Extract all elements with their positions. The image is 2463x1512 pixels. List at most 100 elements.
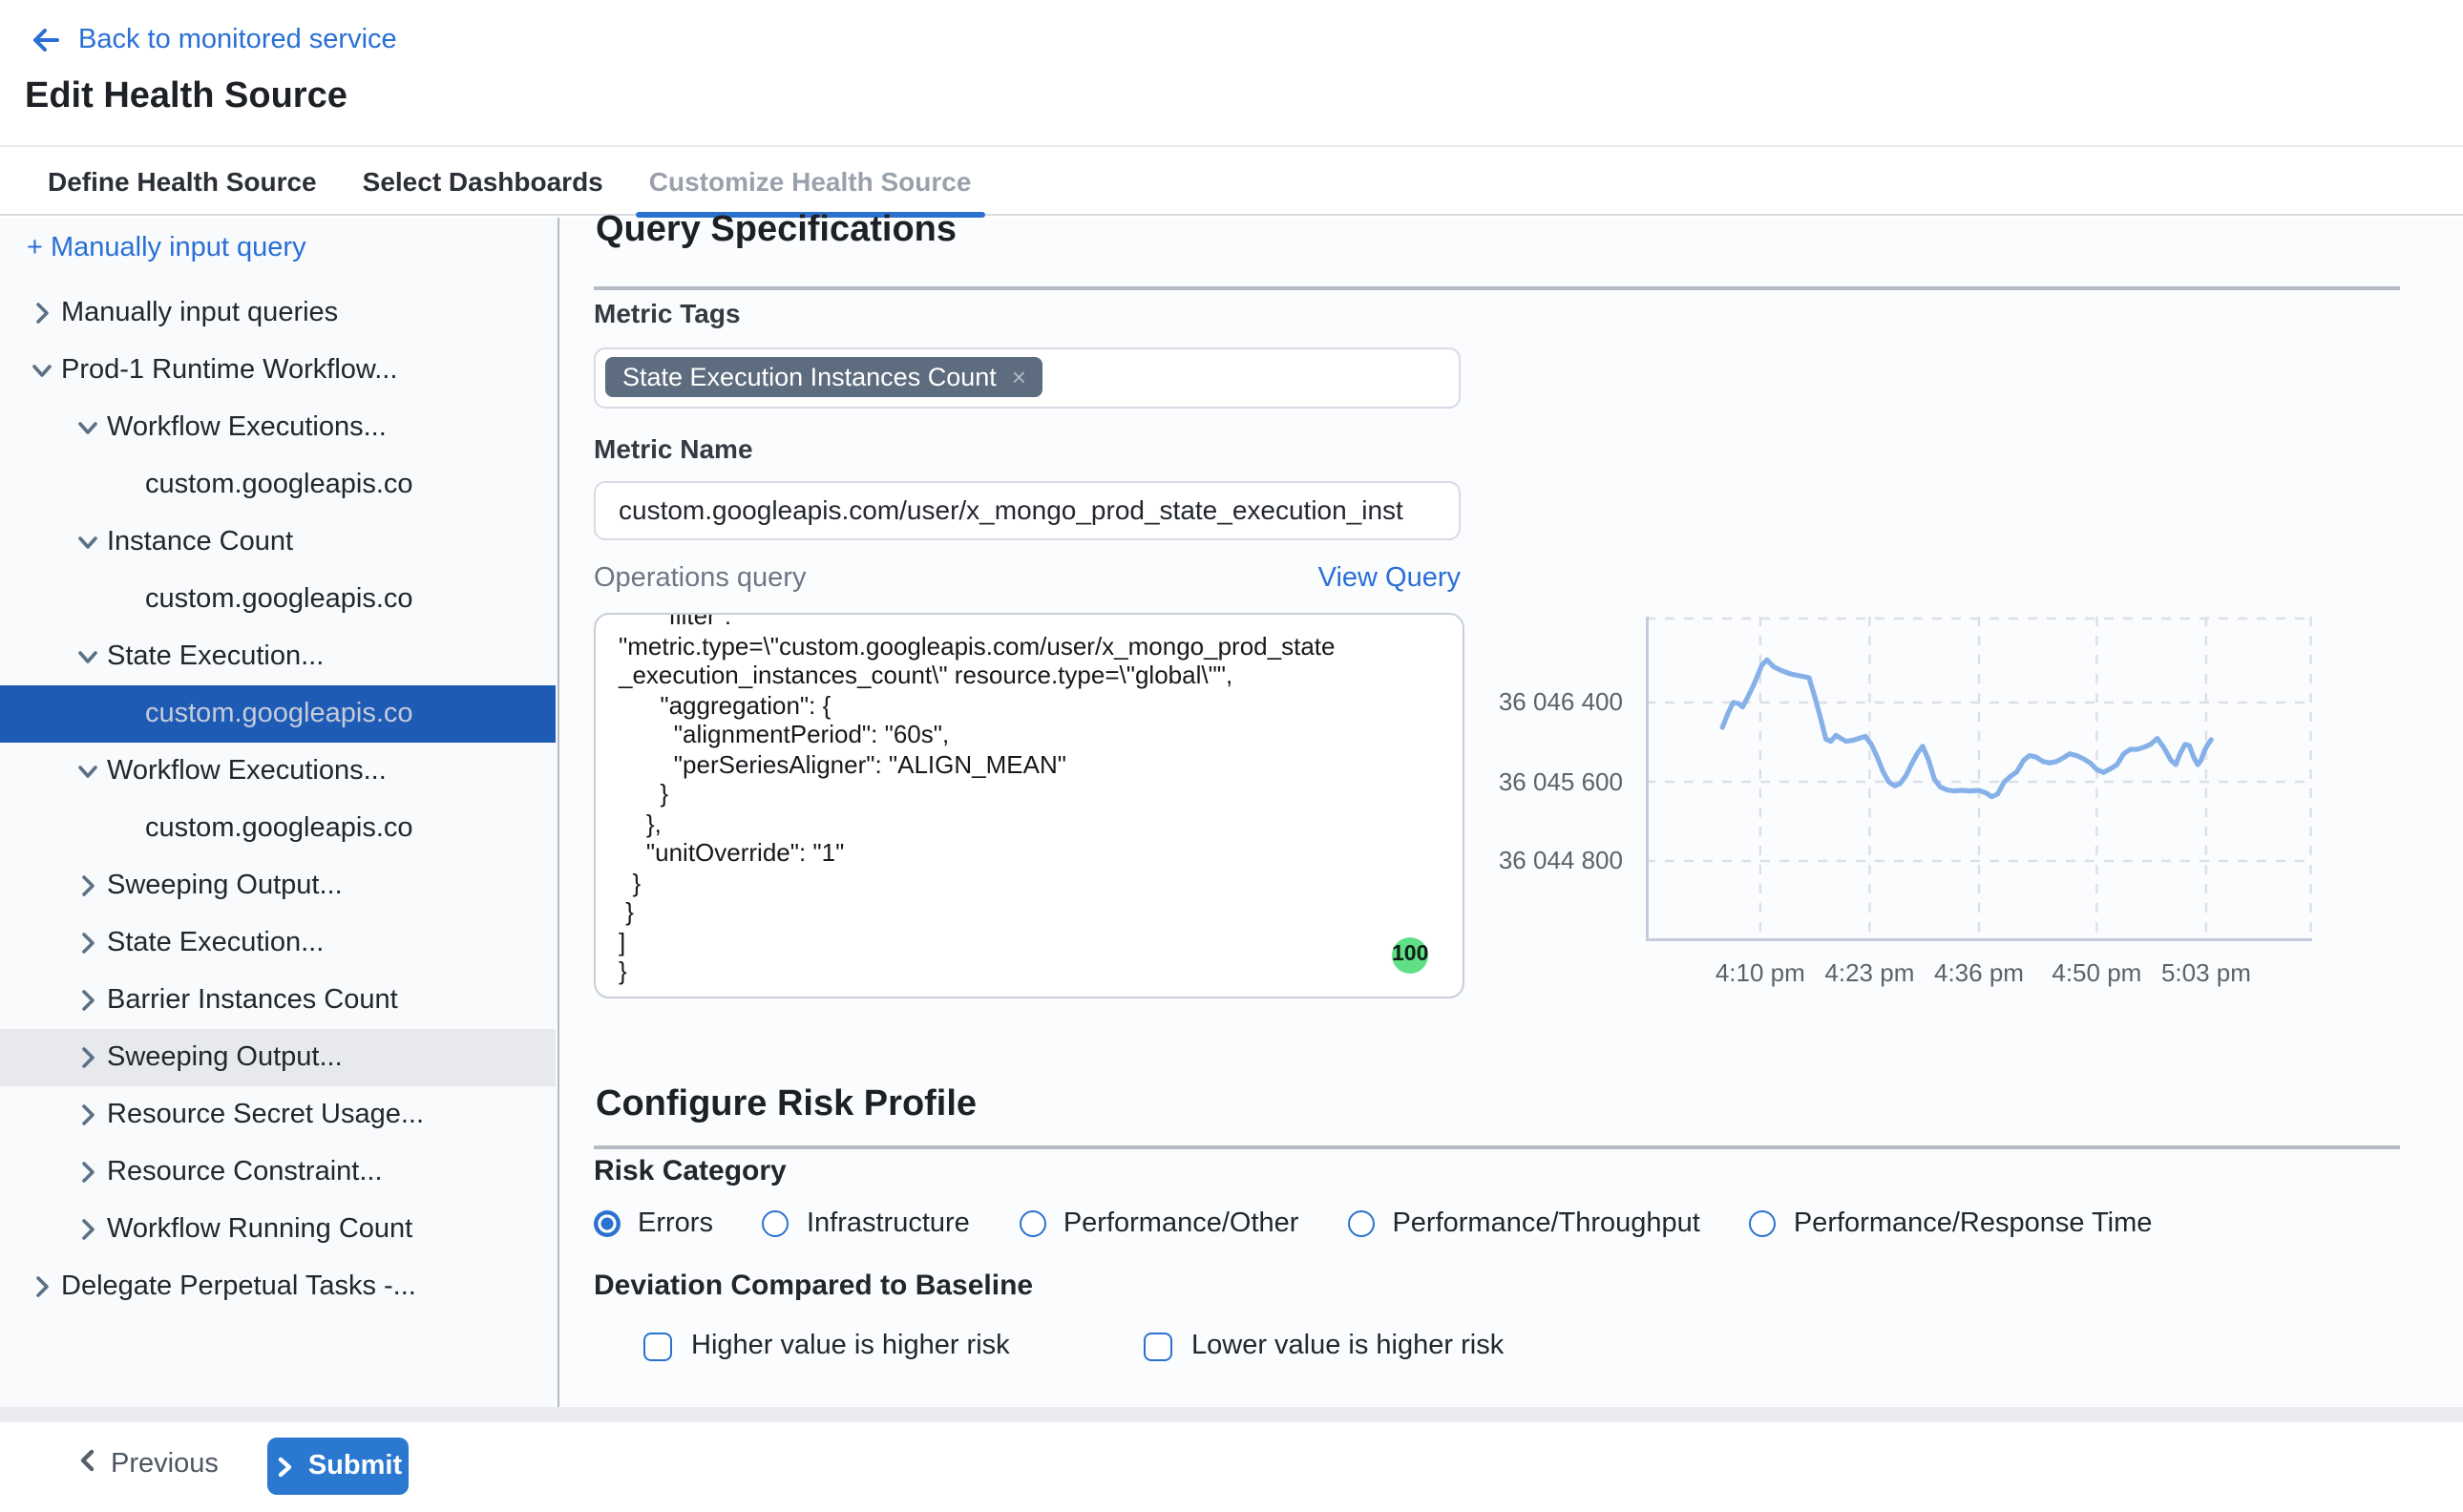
radio-label: Performance/Response Time [1794,1208,2153,1239]
metric-name-input[interactable]: custom.googleapis.com/user/x_mongo_prod_… [594,481,1461,540]
submit-label: Submit [308,1451,402,1481]
query-score-badge: 100 [1392,937,1428,974]
chevron-right-icon [274,1454,297,1479]
y-axis-tick-label: 36 046 400 [1455,687,1623,716]
radio-performance-throughput[interactable]: Performance/Throughput [1348,1208,1699,1239]
view-query-link[interactable]: View Query [1316,563,1461,594]
risk-category-label: Risk Category [594,1155,787,1187]
back-to-monitored-service-link[interactable]: Back to monitored service [29,23,397,57]
tree-item-resource-constraint-15[interactable]: Resource Constraint... [0,1144,556,1201]
section-divider [594,286,2400,289]
submit-button[interactable]: Submit [267,1438,409,1495]
x-axis-tick-label: 4:36 pm [1918,958,2040,987]
chevron-right-icon[interactable] [73,1042,103,1073]
checkbox-lower-value-is-higher-risk[interactable]: Lower value is higher risk [1144,1331,1504,1361]
radio-button[interactable] [594,1210,621,1237]
chevron-right-icon[interactable] [73,1157,103,1187]
tree-item-label: Instance Count [107,527,293,557]
tree-item-state-execution-11[interactable]: State Execution... [0,914,556,972]
tree-item-label: State Execution... [107,928,324,958]
chevron-down-icon[interactable] [73,527,103,557]
content-bottom-strip [0,1407,2463,1422]
tree-item-resource-secret-usage-14[interactable]: Resource Secret Usage... [0,1086,556,1144]
tree-item-custom-googleapis-co-5[interactable]: custom.googleapis.co [0,571,556,628]
tree-item-custom-googleapis-co-3[interactable]: custom.googleapis.co [0,456,556,514]
tab-select-dashboards[interactable]: Select Dashboards [363,147,603,214]
tab-customize-health-source[interactable]: Customize Health Source [649,147,972,214]
back-link-label: Back to monitored service [78,25,397,55]
tree-item-delegate-perpetual-tasks-17[interactable]: Delegate Perpetual Tasks -... [0,1258,556,1315]
tree-item-workflow-executions-8[interactable]: Workflow Executions... [0,743,556,800]
x-axis-tick-label: 5:03 pm [2145,958,2267,987]
x-axis-tick-label: 4:23 pm [1808,958,1930,987]
previous-button[interactable]: Previous [74,1447,219,1481]
radio-performance-response-time[interactable]: Performance/Response Time [1750,1208,2153,1239]
chevron-right-icon[interactable] [73,871,103,901]
tree-item-custom-googleapis-co-7[interactable]: custom.googleapis.co [0,685,556,743]
radio-label: Infrastructure [807,1208,970,1239]
radio-infrastructure[interactable]: Infrastructure [763,1208,970,1239]
radio-button[interactable] [1750,1210,1777,1237]
radio-errors[interactable]: Errors [594,1208,713,1239]
operations-query-label: Operations query [594,563,806,594]
metric-tags-input[interactable]: State Execution Instances Count × [594,347,1461,409]
tree-item-label: custom.googleapis.co [145,699,413,729]
section-divider-2 [594,1145,2400,1148]
edit-health-source-page: Back to monitored service Edit Health So… [0,0,2463,1512]
tree-item-workflow-running-count-16[interactable]: Workflow Running Count [0,1201,556,1258]
chevron-right-icon[interactable] [73,928,103,958]
checkbox-box[interactable] [1144,1332,1172,1360]
chevron-left-icon [74,1447,99,1481]
chart-plot-area [1646,617,2312,941]
y-axis-tick-label: 36 045 600 [1455,766,1623,795]
operations-query-editor[interactable]: "filter": "metric.type=\"custom.googleap… [594,613,1464,998]
radio-label: Performance/Throughput [1392,1208,1699,1239]
configure-risk-profile-title: Configure Risk Profile [596,1084,977,1126]
tab-define-health-source[interactable]: Define Health Source [48,147,317,214]
metric-line-series [1722,660,2211,796]
tree-item-label: custom.googleapis.co [145,470,413,500]
checkbox-higher-value-is-higher-risk[interactable]: Higher value is higher risk [643,1331,1144,1361]
tree-item-label: Resource Secret Usage... [107,1100,424,1130]
tree-item-prod-1-runtime-workflow-1[interactable]: Prod-1 Runtime Workflow... [0,342,556,399]
checkbox-label: Lower value is higher risk [1191,1331,1504,1361]
chevron-right-icon[interactable] [73,985,103,1016]
radio-label: Performance/Other [1063,1208,1299,1239]
tree-item-label: State Execution... [107,641,324,672]
tree-item-label: Barrier Instances Count [107,985,398,1016]
metric-tag-chip-label: State Execution Instances Count [622,363,997,391]
tree-item-manually-input-queries-0[interactable]: Manually input queries [0,284,556,342]
metric-name-label: Metric Name [594,433,753,464]
deviation-options: Higher value is higher risk Lower value i… [643,1331,1504,1361]
tree-item-sweeping-output-10[interactable]: Sweeping Output... [0,857,556,914]
chevron-down-icon[interactable] [73,756,103,787]
wizard-tabbar: Define Health Source Select Dashboards C… [0,145,2463,216]
tree-item-label: Sweeping Output... [107,871,343,901]
tree-item-state-execution-6[interactable]: State Execution... [0,628,556,685]
tree-item-sweeping-output-13[interactable]: Sweeping Output... [0,1029,556,1086]
chevron-right-icon[interactable] [27,1271,57,1302]
operations-query-content: "filter": "metric.type=\"custom.googleap… [596,613,1463,986]
checkbox-box[interactable] [643,1332,672,1360]
tree-item-custom-googleapis-co-9[interactable]: custom.googleapis.co [0,800,556,857]
radio-performance-other[interactable]: Performance/Other [1020,1208,1299,1239]
tree-item-workflow-executions-2[interactable]: Workflow Executions... [0,399,556,456]
chevron-right-icon[interactable] [73,1214,103,1245]
chevron-right-icon[interactable] [27,298,57,328]
radio-button[interactable] [1348,1210,1375,1237]
add-manually-input-query-link[interactable]: + Manually input query [27,233,306,263]
metric-tag-chip: State Execution Instances Count × [605,357,1043,397]
chevron-down-icon[interactable] [27,355,57,386]
query-tree: Manually input queriesProd-1 Runtime Wor… [0,284,556,1315]
tree-item-instance-count-4[interactable]: Instance Count [0,514,556,571]
radio-button[interactable] [763,1210,789,1237]
chevron-down-icon[interactable] [73,641,103,672]
tree-item-label: Delegate Perpetual Tasks -... [61,1271,416,1302]
chevron-right-icon[interactable] [73,1100,103,1130]
tree-item-barrier-instances-count-12[interactable]: Barrier Instances Count [0,972,556,1029]
radio-button[interactable] [1020,1210,1046,1237]
chip-close-icon[interactable]: × [1012,363,1026,391]
chevron-down-icon[interactable] [73,412,103,443]
page-title: Edit Health Source [25,76,347,118]
tree-item-label: Sweeping Output... [107,1042,343,1073]
